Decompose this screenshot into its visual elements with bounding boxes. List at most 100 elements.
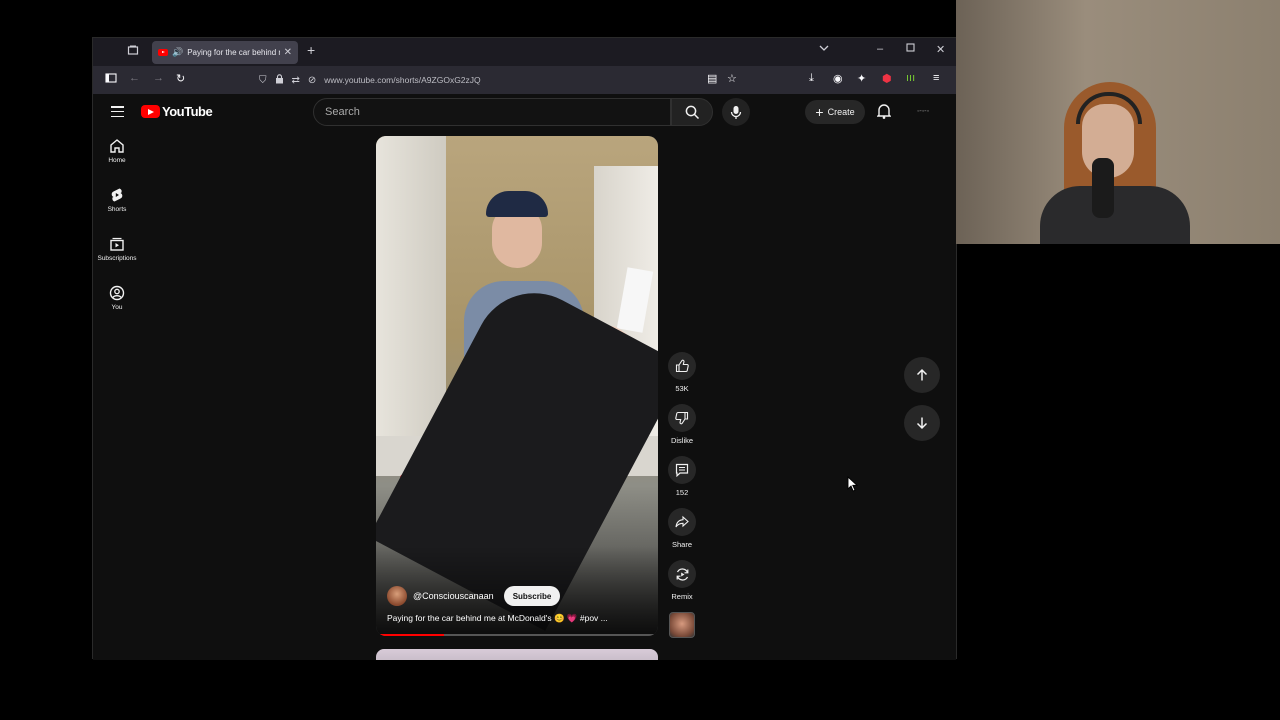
video-window-frame-left bbox=[376, 136, 446, 456]
tab-close-icon[interactable]: ✕ bbox=[284, 47, 292, 58]
tab-overview-icon[interactable] bbox=[127, 44, 141, 58]
dislike-label: Dislike bbox=[670, 436, 694, 445]
arrow-down-icon bbox=[916, 417, 928, 430]
comment-icon bbox=[675, 463, 689, 477]
share-action[interactable]: Share bbox=[666, 508, 698, 549]
share-icon bbox=[675, 515, 689, 528]
url-bar[interactable]: ⛉ ⇄ ⊘ www.youtube.com/shorts/A9ZGOxG2zJQ bbox=[255, 69, 745, 91]
home-icon bbox=[110, 139, 124, 153]
sidebar-item-subscriptions[interactable]: Subscriptions bbox=[95, 236, 139, 262]
video-worker-cap bbox=[486, 191, 548, 217]
create-label: Create bbox=[827, 107, 855, 117]
mouse-cursor-icon bbox=[847, 475, 859, 497]
create-button[interactable]: + Create bbox=[805, 100, 865, 124]
lock-icon[interactable] bbox=[275, 73, 284, 87]
audio-playing-icon[interactable]: 🔊 bbox=[172, 47, 183, 58]
search-placeholder: Search bbox=[325, 106, 360, 118]
adblock-extension-icon[interactable]: ⬢ bbox=[882, 72, 892, 85]
youtube-page: YouTube Search + Create ◦-◦-◦ Home Short… bbox=[93, 94, 956, 660]
shield-icon[interactable]: ⛉ bbox=[259, 75, 267, 86]
browser-window: 🔊 Paying for the car behind me ✕ + – ✕ ←… bbox=[92, 37, 957, 660]
channel-info: @Consciouscanaan Subscribe bbox=[387, 586, 561, 606]
window-close-icon[interactable]: ✕ bbox=[936, 43, 945, 56]
video-progress-fill bbox=[376, 634, 444, 636]
autoplay-blocked-icon[interactable]: ⊘ bbox=[308, 75, 316, 86]
comments-action[interactable]: 152 bbox=[666, 456, 698, 497]
back-arrow-icon[interactable]: ← bbox=[129, 72, 140, 84]
sidebar-item-shorts[interactable]: Shorts bbox=[95, 187, 139, 213]
webcam-microphone bbox=[1092, 158, 1114, 218]
tab-title: Paying for the car behind me bbox=[187, 48, 280, 57]
tab-bar: 🔊 Paying for the car behind me ✕ + – ✕ bbox=[93, 38, 956, 66]
video-caption[interactable]: Paying for the car behind me at McDonald… bbox=[387, 613, 608, 624]
audio-source-thumbnail[interactable] bbox=[669, 612, 695, 638]
youtube-logo-text: YouTube bbox=[162, 104, 213, 119]
channel-name[interactable]: @Consciouscanaan bbox=[413, 591, 494, 601]
remix-icon bbox=[676, 567, 688, 581]
new-tab-icon[interactable]: + bbox=[307, 42, 315, 58]
microphone-icon bbox=[730, 105, 742, 119]
next-short-button[interactable] bbox=[904, 405, 940, 441]
account-icon[interactable]: ◉ bbox=[833, 72, 843, 85]
sidebar-toggle-icon[interactable] bbox=[105, 72, 117, 87]
tab-youtube-short[interactable]: 🔊 Paying for the car behind me ✕ bbox=[152, 41, 298, 64]
nav-bar: ← → ↻ ⛉ ⇄ ⊘ www.youtube.com/shorts/A9ZGO… bbox=[93, 66, 956, 94]
plus-icon: + bbox=[815, 104, 824, 120]
bookmark-star-icon[interactable]: ☆ bbox=[727, 72, 737, 85]
reload-icon[interactable]: ↻ bbox=[176, 72, 185, 85]
remix-button[interactable] bbox=[668, 560, 696, 588]
like-button[interactable] bbox=[668, 352, 696, 380]
forward-arrow-icon[interactable]: → bbox=[153, 72, 164, 84]
reader-view-icon[interactable]: ▤ bbox=[707, 72, 717, 85]
search-icon bbox=[685, 105, 699, 119]
like-count: 53K bbox=[675, 384, 689, 393]
comment-count: 152 bbox=[675, 488, 689, 497]
sidebar-item-home[interactable]: Home bbox=[95, 138, 139, 164]
youtube-logo[interactable]: YouTube bbox=[141, 104, 213, 119]
maximize-icon[interactable] bbox=[906, 43, 915, 55]
arrow-up-icon bbox=[916, 368, 928, 381]
like-action[interactable]: 53K bbox=[666, 352, 698, 393]
youtube-favicon-icon bbox=[158, 49, 168, 56]
list-tabs-chevron-icon[interactable] bbox=[819, 44, 829, 55]
comments-button[interactable] bbox=[668, 456, 696, 484]
sidebar-item-label: Subscriptions bbox=[97, 255, 137, 262]
thumbs-down-icon bbox=[675, 411, 689, 425]
app-menu-icon[interactable]: ≡ bbox=[933, 72, 939, 84]
voice-search-button[interactable] bbox=[722, 98, 750, 126]
sidebar-item-label: Home bbox=[108, 157, 126, 164]
search-input[interactable]: Search bbox=[313, 98, 671, 126]
video-progress-bar[interactable] bbox=[376, 634, 658, 636]
webcam-feed bbox=[956, 0, 1280, 244]
webcam-person-body bbox=[1040, 186, 1190, 244]
search-button[interactable] bbox=[671, 98, 713, 126]
extensions-icon[interactable]: ✦ bbox=[857, 72, 866, 85]
sidebar-item-you[interactable]: You bbox=[95, 285, 139, 311]
minimize-icon[interactable]: – bbox=[877, 43, 883, 55]
share-label: Share bbox=[671, 540, 692, 549]
previous-short-button[interactable] bbox=[904, 357, 940, 393]
download-icon[interactable]: ⤓ bbox=[809, 72, 814, 85]
dislike-action[interactable]: Dislike bbox=[666, 404, 698, 445]
next-short-preview[interactable] bbox=[376, 649, 658, 660]
channel-avatar[interactable] bbox=[387, 586, 407, 606]
url-text[interactable]: www.youtube.com/shorts/A9ZGOxG2zJQ bbox=[324, 75, 480, 85]
you-icon bbox=[109, 285, 125, 301]
dislike-button[interactable] bbox=[668, 404, 696, 432]
account-avatar-loading[interactable]: ◦-◦-◦ bbox=[917, 108, 929, 115]
shorts-video-player[interactable]: @Consciouscanaan Subscribe Paying for th… bbox=[376, 136, 658, 636]
permissions-icon[interactable]: ⇄ bbox=[292, 75, 300, 86]
shorts-icon bbox=[111, 188, 123, 202]
notifications-bell-icon[interactable] bbox=[876, 103, 892, 124]
subscribe-button[interactable]: Subscribe bbox=[503, 586, 561, 606]
share-button[interactable] bbox=[668, 508, 696, 536]
subscriptions-icon bbox=[110, 237, 124, 251]
thumbs-up-icon bbox=[675, 359, 689, 373]
equalizer-extension-icon[interactable]: ııı bbox=[906, 72, 915, 84]
screen: 🔊 Paying for the car behind me ✕ + – ✕ ←… bbox=[0, 0, 1280, 720]
youtube-play-logo-icon bbox=[141, 105, 160, 118]
guide-menu-icon[interactable] bbox=[111, 106, 124, 118]
remix-action[interactable]: Remix bbox=[666, 560, 698, 601]
sidebar-item-label: You bbox=[111, 304, 123, 311]
sidebar-item-label: Shorts bbox=[107, 206, 127, 213]
